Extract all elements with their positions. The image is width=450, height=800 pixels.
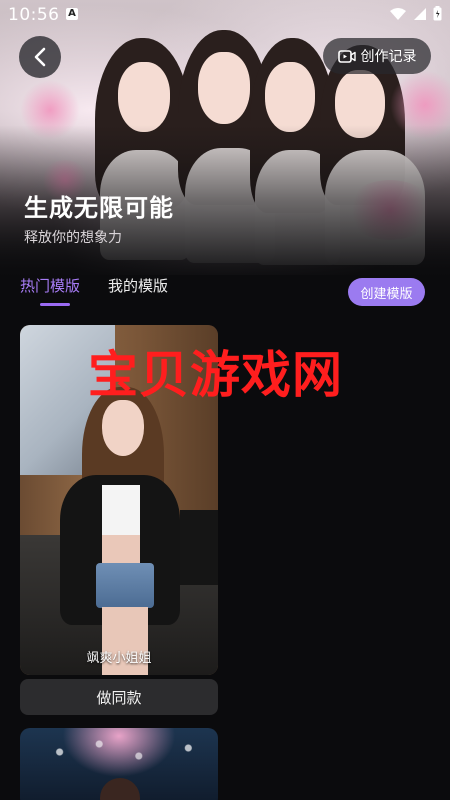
battery-icon <box>433 6 442 21</box>
tab-hot-templates[interactable]: 热门模版 <box>20 275 80 296</box>
template-name: 飒爽小姐姐 <box>86 651 152 666</box>
watermark: 宝贝游戏网 <box>88 346 343 404</box>
status-time: 10:56 <box>8 5 60 25</box>
back-button[interactable] <box>19 36 61 78</box>
template-page: 10:56 A 创作记录 生成无限可能 释放你的想象力 热门模版 我的模版 创建… <box>0 0 450 800</box>
video-record-icon <box>337 49 356 63</box>
status-icons <box>389 6 442 21</box>
wifi-icon <box>390 7 406 20</box>
chevron-left-icon <box>34 47 46 67</box>
create-template-button[interactable]: 创建模版 <box>348 278 425 306</box>
template-card[interactable] <box>20 728 218 800</box>
card-image-monitor <box>180 510 218 585</box>
card-image-head <box>100 778 140 800</box>
active-tab-indicator <box>40 303 70 306</box>
notification-icon: A <box>66 8 78 20</box>
signal-icon <box>414 7 426 20</box>
creation-record-label: 创作记录 <box>360 49 417 65</box>
status-bar: 10:56 A <box>0 0 450 32</box>
card-image-shorts <box>96 563 154 608</box>
page-subtitle: 释放你的想象力 <box>24 230 122 246</box>
tab-my-templates[interactable]: 我的模版 <box>108 275 168 296</box>
hero-person-3-face <box>265 62 315 132</box>
make-same-button[interactable]: 做同款 <box>20 679 218 715</box>
card-image-belly <box>102 535 140 565</box>
hero-person-2-face <box>198 52 250 124</box>
hero-person-1-face <box>118 62 170 132</box>
creation-record-button[interactable]: 创作记录 <box>323 38 431 74</box>
card-image-top <box>102 485 140 535</box>
page-title: 生成无限可能 <box>24 194 174 222</box>
card-image-face <box>102 400 144 456</box>
